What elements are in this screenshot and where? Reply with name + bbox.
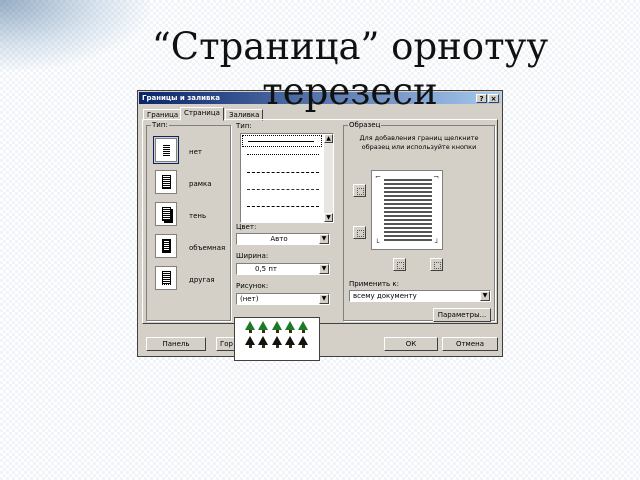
tree-art-icon [271,336,283,348]
tree-art-icon [258,321,269,333]
color-select[interactable]: Авто ▼ [236,233,330,245]
line-style-scrollbar[interactable]: ▲ ▼ [324,134,333,222]
tree-art-icon [258,336,269,348]
type-label-none: нет [189,148,202,156]
ok-button[interactable]: ОК [384,337,438,351]
corner-mark: ⌐ [375,173,381,181]
slide-title-line-2: терезеси [262,70,438,113]
type-label-shadow: тень [189,212,207,220]
apply-to-label: Применить к: [349,280,399,288]
panel-button[interactable]: Панель [146,337,206,351]
border-preview[interactable]: ⌐ ¬ └ ┘ [371,170,443,250]
tree-art-icon [245,321,256,333]
type-option-shadow[interactable]: тень [151,202,241,228]
type-option-none[interactable]: нет [151,136,241,164]
tree-art-icon [245,336,256,348]
line-style-option[interactable] [247,189,319,194]
type-label-3d: объемная [189,244,226,252]
type-label-custom: другая [189,276,215,284]
line-style-option[interactable] [247,206,319,211]
tree-art-icon [284,336,296,348]
page-border-panel: Тип: нет рамка тень объемная другая Тип: [142,119,498,324]
right-border-button[interactable] [430,258,443,271]
corner-mark: ┘ [434,239,439,247]
type-group-label: Тип: [151,121,169,130]
tree-art-option-green[interactable] [245,321,309,335]
border-type-icon [153,136,179,164]
scroll-down-icon[interactable]: ▼ [324,213,333,222]
art-dropdown-list[interactable] [234,317,320,361]
type-option-custom[interactable]: другая [151,266,241,292]
borders-shading-dialog: Границы и заливка ? × Граница Страница З… [137,90,503,357]
line-style-option[interactable] [247,172,319,177]
type-option-3d[interactable]: объемная [151,234,241,260]
line-style-option-selected[interactable] [242,135,322,147]
slide-title: “Страница” орнотуу терезеси [110,24,590,114]
color-value: Авто [270,235,288,243]
width-select[interactable]: 0,5 пт ▼ [236,263,330,275]
art-value: (нет) [240,295,259,303]
tree-art-option-dark[interactable] [245,336,309,350]
width-value: 0,5 пт [255,265,278,273]
corner-mark: └ [375,239,380,247]
tree-art-icon [271,321,283,333]
width-label: Ширина: [236,252,269,260]
art-select[interactable]: (нет) ▼ [236,293,330,305]
border-type-icon [155,234,177,258]
line-style-label: Тип: [236,122,252,130]
color-label: Цвет: [236,223,257,231]
preview-hint: Для добавления границ щелкните образец и… [359,134,479,151]
preview-text-lines [384,179,432,241]
slide-title-line-1: “Страница” орнотуу [151,25,549,68]
bottom-border-button[interactable] [353,226,366,239]
type-label-box: рамка [189,180,212,188]
dropdown-arrow-icon[interactable]: ▼ [480,291,490,301]
top-border-button[interactable] [353,184,366,197]
options-button[interactable]: Параметры... [433,308,491,322]
preview-group-label: Образец [348,121,382,130]
tree-art-icon [298,321,309,333]
border-type-icon [155,266,177,290]
line-style-option[interactable] [247,154,319,159]
apply-to-select[interactable]: всему документу ▼ [349,290,491,302]
left-border-button[interactable] [393,258,406,271]
line-style-list[interactable]: ▲ ▼ [240,133,334,223]
type-option-box[interactable]: рамка [151,170,241,196]
dropdown-arrow-icon[interactable]: ▼ [319,294,329,304]
tree-art-icon [284,321,296,333]
art-label: Рисунок: [236,282,269,290]
corner-mark: ¬ [433,173,439,181]
solid-line [248,141,314,142]
tree-art-icon [298,336,309,348]
border-type-icon [155,170,177,194]
dropdown-arrow-icon[interactable]: ▼ [319,234,329,244]
cancel-button[interactable]: Отмена [442,337,498,351]
scroll-up-icon[interactable]: ▲ [324,134,333,143]
border-type-icon [155,202,177,226]
dropdown-arrow-icon[interactable]: ▼ [319,264,329,274]
apply-to-value: всему документу [353,292,417,300]
